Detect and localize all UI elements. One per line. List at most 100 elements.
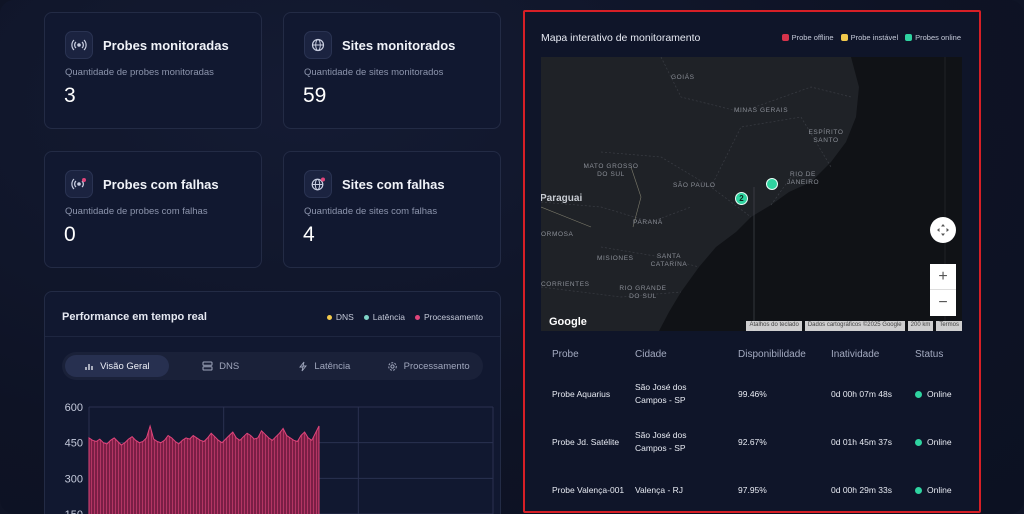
stat-title: Sites com falhas (342, 176, 445, 192)
y-tick-label: 600 (65, 402, 83, 414)
y-tick-label: 450 (65, 438, 83, 450)
stat-value: 0 (64, 223, 76, 246)
keyboard-shortcuts-link[interactable]: Atalhos do teclado (746, 321, 802, 331)
map-probe-marker[interactable] (766, 178, 778, 190)
map-label-rj: RIO DE JANEIRO (786, 171, 820, 186)
stat-card-probe-failures: Probes com falhas Quantidade de probes c… (44, 151, 262, 268)
col-inatividade: Inatividade (831, 349, 880, 360)
stat-title: Probes com falhas (103, 176, 219, 192)
legend-item-online: Probes online (905, 33, 961, 42)
map-panel: Mapa interativo de monitoramento Probe o… (523, 10, 981, 513)
table-row[interactable]: Probe Aquarius São José dos Campos - SP … (541, 370, 965, 418)
map-legend: Probe offline Probe instável Probes onli… (781, 33, 961, 42)
stat-value: 3 (64, 84, 76, 107)
cell-inatividade: 0d 01h 45m 37s (831, 436, 892, 447)
table-row[interactable]: Probe Valença-001 Valença - RJ 97.95% 0d… (541, 466, 965, 514)
server-icon (202, 361, 213, 371)
stat-subtitle: Quantidade de sites com falhas (304, 206, 438, 217)
cell-status: Online (915, 418, 965, 466)
terms-link[interactable]: Termos (936, 321, 962, 331)
status-online-icon (915, 486, 922, 494)
map-title: Mapa interativo de monitoramento (541, 32, 701, 44)
stat-value: 59 (303, 84, 327, 107)
cell-probe: Probe Aquarius (552, 388, 611, 399)
bolt-icon (299, 361, 308, 371)
stat-subtitle: Quantidade de probes com falhas (65, 206, 208, 217)
legend-item-dns: DNS (326, 312, 354, 322)
cell-disponibilidade: 92.67% (738, 436, 767, 447)
crosshair-icon (937, 224, 949, 236)
legend-item-latency: Latência (363, 312, 405, 322)
legend-item-unstable: Probe instável (840, 33, 898, 42)
globe-alert-icon (304, 170, 332, 198)
col-cidade: Cidade (635, 349, 667, 360)
divider (45, 336, 500, 337)
stat-subtitle: Quantidade de probes monitoradas (65, 67, 214, 78)
map-background (541, 57, 962, 331)
gear-icon (387, 361, 397, 371)
performance-card: Performance em tempo real DNS Latência P… (44, 291, 501, 514)
performance-chart: 600 450 300 150 (45, 394, 501, 514)
map-zoom-in-button[interactable]: + (930, 264, 956, 290)
map-label-ms: MATO GROSSO DO SUL (583, 163, 639, 178)
tab-processing[interactable]: Processamento (376, 355, 480, 377)
performance-title: Performance em tempo real (62, 311, 207, 323)
dashboard: Probes monitoradas Quantidade de probes … (0, 0, 1024, 514)
status-online-icon (915, 390, 922, 398)
map-label-goias: GOIÁS (671, 74, 695, 81)
col-probe: Probe (552, 349, 579, 360)
probe-icon (65, 31, 93, 59)
cell-cidade: São José dos Campos - SP (635, 430, 687, 453)
cell-probe: Probe Valença-001 (552, 484, 625, 495)
map-cluster-marker[interactable]: 2 (735, 192, 748, 205)
stat-subtitle: Quantidade de sites monitorados (304, 67, 444, 78)
legend-item-offline: Probe offline (781, 33, 834, 42)
table-row[interactable]: Probe Jd. Satélite São José dos Campos -… (541, 418, 965, 466)
cell-cidade: Valença - RJ (635, 484, 684, 495)
map-label-paraguai: Paraguai (541, 193, 583, 204)
map-label-es: ESPÍRITO SANTO (808, 129, 844, 144)
map-zoom-out-button[interactable]: − (930, 290, 956, 316)
map-attribution: Atalhos do teclado Dados cartográficos ©… (746, 321, 962, 331)
map-label-sc: SANTA CATARINA (650, 253, 688, 268)
table-header: Probe Cidade Disponibilidade Inatividade… (541, 349, 965, 363)
col-status: Status (915, 349, 944, 360)
map-label-parana: PARANÁ (633, 219, 663, 226)
map-data-credit: Dados cartográficos ©2025 Google (804, 321, 905, 331)
cell-status: Online (915, 466, 965, 514)
map-label-misiones: MISIONES (597, 255, 634, 262)
cell-probe: Probe Jd. Satélite (552, 436, 620, 447)
cell-disponibilidade: 97.95% (738, 484, 767, 495)
stat-title: Sites monitorados (342, 37, 456, 53)
y-tick-label: 300 (65, 473, 83, 485)
cell-status: Online (915, 370, 965, 418)
map-scale[interactable]: 200 km (907, 321, 934, 331)
stat-card-sites: Sites monitorados Quantidade de sites mo… (283, 12, 501, 129)
performance-tabs: Visão Geral DNS Latência Processamento (62, 352, 483, 380)
area-series-processing (88, 424, 320, 514)
cell-inatividade: 0d 00h 07m 48s (831, 388, 892, 399)
map-recenter-button[interactable] (930, 217, 956, 243)
map-label-sp: SÃO PAULO (673, 182, 716, 189)
globe-icon (304, 31, 332, 59)
stat-title: Probes monitoradas (103, 37, 229, 53)
probe-alert-icon (65, 170, 93, 198)
cell-inatividade: 0d 00h 29m 33s (831, 484, 892, 495)
map-label-mg: MINAS GERAIS (734, 107, 789, 114)
bar-chart-icon (85, 364, 93, 370)
map-label-formosa: ORMOSA (541, 231, 574, 238)
y-tick-label: 150 (65, 509, 83, 514)
performance-chart-svg: 600 450 300 150 (65, 402, 494, 514)
col-disponibilidade: Disponibilidade (738, 349, 806, 360)
stat-card-site-failures: Sites com falhas Quantidade de sites com… (283, 151, 501, 268)
tab-overview[interactable]: Visão Geral (65, 355, 169, 377)
tab-dns[interactable]: DNS (169, 355, 273, 377)
map-label-rs: RIO GRANDE DO SUL (619, 285, 667, 300)
map[interactable]: GOIÁS MINAS GERAIS ESPÍRITO SANTO MATO G… (541, 57, 962, 331)
stat-card-probes: Probes monitoradas Quantidade de probes … (44, 12, 262, 129)
performance-legend: DNS Latência Processamento (326, 312, 483, 322)
google-logo: Google (549, 316, 587, 328)
tab-latency[interactable]: Latência (273, 355, 377, 377)
stat-value: 4 (303, 223, 315, 246)
cell-disponibilidade: 99.46% (738, 388, 767, 399)
